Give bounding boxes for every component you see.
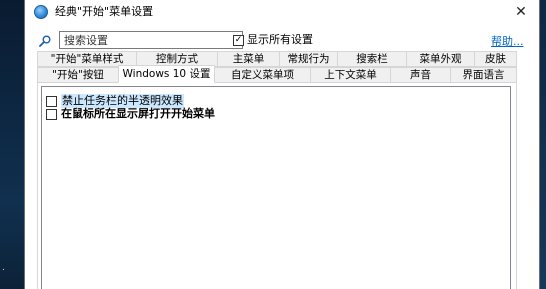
settings-window: 经典"开始"菜单设置 ✕ ✓ 显示所有设置 帮助... "开始"菜单样式 控制方… — [24, 0, 540, 289]
show-all-checkbox[interactable]: ✓ — [233, 34, 244, 46]
tab-search-box[interactable]: 搜索栏 — [337, 51, 407, 67]
search-input[interactable] — [59, 31, 243, 49]
tab-windows10-settings[interactable]: Windows 10 设置 — [118, 65, 215, 83]
tab-general-behavior[interactable]: 常规行为 — [279, 51, 338, 67]
desktop-mark: . — [2, 263, 5, 273]
title-bar[interactable]: 经典"开始"菜单设置 ✕ — [25, 0, 539, 24]
option-open-on-mouse-monitor[interactable]: 在鼠标所在显示屏打开开始菜单 — [46, 107, 215, 121]
option-label: 在鼠标所在显示屏打开开始菜单 — [61, 107, 215, 120]
option-disable-taskbar-transparency[interactable]: 禁止任务栏的半透明效果 — [46, 94, 184, 108]
close-icon: ✕ — [515, 4, 527, 20]
checkmark-icon: ✓ — [234, 34, 243, 45]
tab-interface-language[interactable]: 界面语言 — [450, 67, 517, 83]
search-icon — [39, 35, 51, 47]
show-all-label: 显示所有设置 — [247, 33, 313, 46]
option-checkbox[interactable] — [46, 108, 57, 120]
option-label: 禁止任务栏的半透明效果 — [61, 94, 184, 108]
close-button[interactable]: ✕ — [503, 0, 539, 24]
tab-main-menu[interactable]: 主菜单 — [217, 51, 280, 67]
tab-custom-menu-items[interactable]: 自定义菜单项 — [214, 67, 311, 83]
start-menu-icon — [34, 5, 48, 19]
tab-context-menu[interactable]: 上下文菜单 — [310, 67, 391, 83]
help-link[interactable]: 帮助... — [491, 33, 524, 49]
tab-start-button[interactable]: "开始"按钮 — [37, 67, 119, 83]
tab-sounds[interactable]: 声音 — [390, 67, 451, 83]
tab-menu-look[interactable]: 菜单外观 — [406, 51, 475, 67]
show-all-settings-toggle[interactable]: ✓ 显示所有设置 — [233, 33, 313, 47]
window-title: 经典"开始"菜单设置 — [55, 5, 154, 18]
tab-skin[interactable]: 皮肤 — [474, 51, 517, 67]
option-checkbox[interactable] — [46, 95, 57, 107]
